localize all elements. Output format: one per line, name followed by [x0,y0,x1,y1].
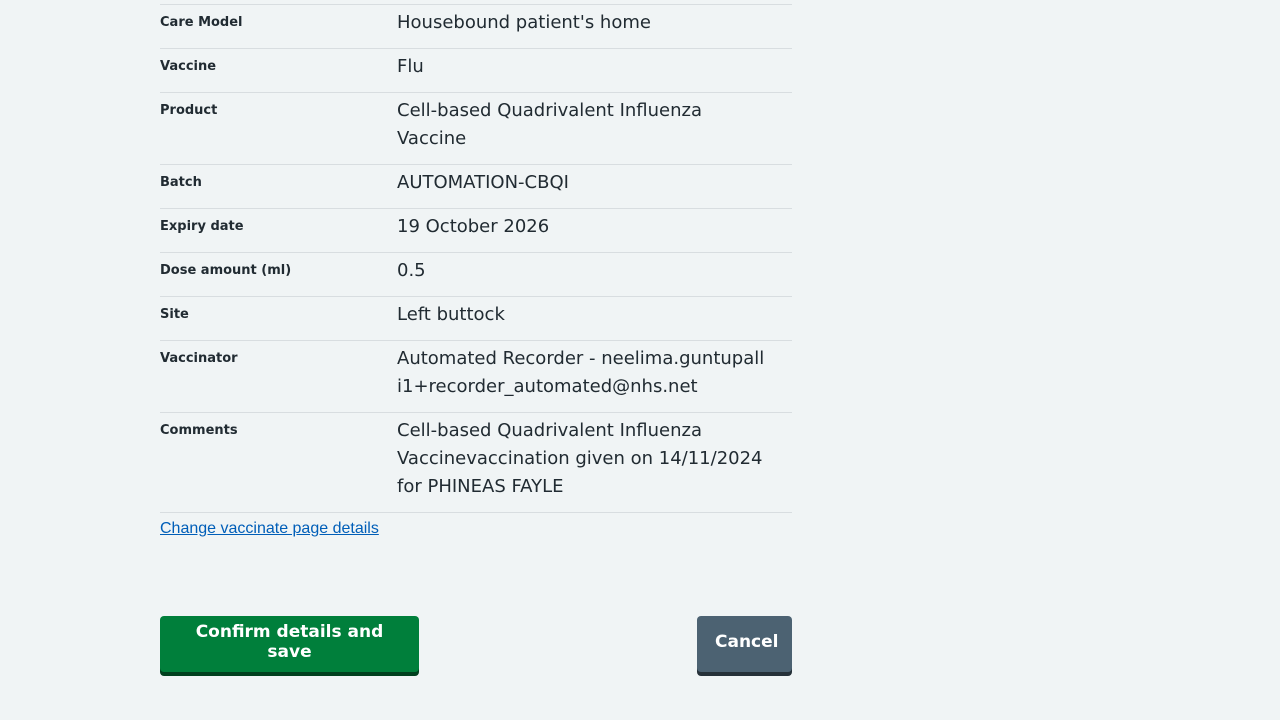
summary-row-comments: Comments Cell-based Quadrivalent Influen… [160,413,792,513]
summary-value-vaccinator: Automated Recorder - neelima.guntupalli1… [397,348,765,397]
summary-key-vaccine: Vaccine [160,59,217,74]
summary-row-batch: Batch AUTOMATION-CBQI [160,165,792,209]
summary-value-batch: AUTOMATION-CBQI [397,172,569,193]
summary-key-expiry-date: Expiry date [160,219,244,234]
action-buttons: Confirm details and save Cancel [160,616,792,676]
cancel-button[interactable]: Cancel [697,616,792,672]
summary-key-comments: Comments [160,423,238,438]
summary-key-dose-amount: Dose amount (ml) [160,263,292,278]
summary-row-vaccinator: Vaccinator Automated Recorder - neelima.… [160,341,792,413]
summary-key-site: Site [160,307,189,322]
summary-value-care-model: Housebound patient's home [397,12,651,33]
summary-row-dose-amount: Dose amount (ml) 0.5 [160,253,792,297]
summary-key-product: Product [160,103,218,118]
cancel-button-label: Cancel [715,632,779,652]
summary-value-site: Left buttock [397,304,505,325]
change-vaccinate-details-link[interactable]: Change vaccinate page details [160,520,379,538]
summary-value-vaccine: Flu [397,56,424,77]
summary-key-care-model: Care Model [160,15,243,30]
summary-row-expiry-date: Expiry date 19 October 2026 [160,209,792,253]
vaccination-summary: Care Model Housebound patient's home Vac… [160,0,792,538]
summary-row-care-model: Care Model Housebound patient's home [160,5,792,49]
confirm-button-label: Confirm details and save [195,622,384,662]
summary-row-product: Product Cell-based Quadrivalent Influenz… [160,93,792,165]
confirm-and-save-button[interactable]: Confirm details and save [160,616,419,672]
summary-row-site: Site Left buttock [160,297,792,341]
summary-key-vaccinator: Vaccinator [160,351,238,366]
summary-value-dose-amount: 0.5 [397,260,426,281]
summary-key-batch: Batch [160,175,202,190]
summary-value-expiry-date: 19 October 2026 [397,216,550,237]
summary-row-vaccine: Vaccine Flu [160,49,792,93]
summary-value-comments: Cell-based Quadrivalent Influenza Vaccin… [397,420,763,497]
summary-value-product: Cell-based Quadrivalent Influenza Vaccin… [397,100,702,149]
